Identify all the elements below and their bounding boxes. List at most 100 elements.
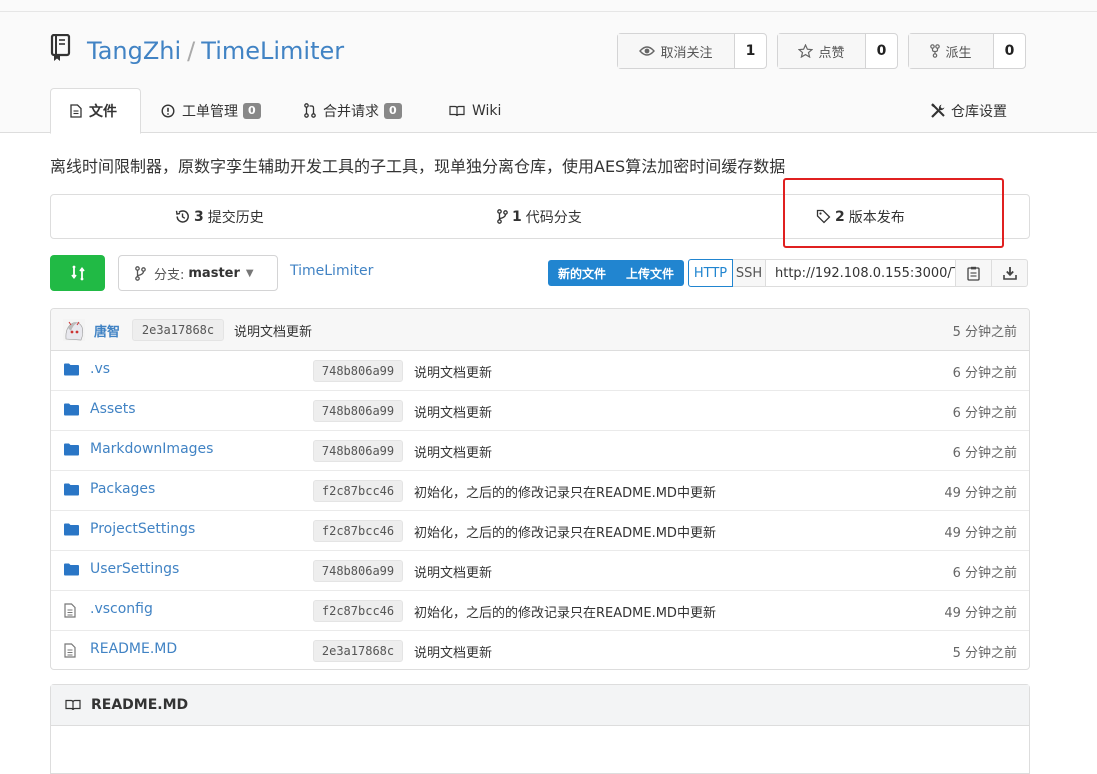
compare-branches-button[interactable] (50, 255, 105, 291)
file-name-link[interactable]: UserSettings (90, 561, 179, 577)
repo-book-icon (50, 34, 71, 61)
history-icon (175, 210, 189, 223)
file-name-link[interactable]: .vs (90, 361, 110, 377)
tab-issues-label: 工单管理 (182, 103, 238, 120)
tab-wiki-label: Wiki (472, 102, 502, 119)
folder-icon (64, 403, 79, 416)
file-name-link[interactable]: .vsconfig (90, 601, 153, 617)
watch-button[interactable]: 取消关注 (618, 34, 735, 68)
commit-message[interactable]: 说明文档更新 (414, 362, 492, 381)
repo-settings-label: 仓库设置 (951, 104, 1007, 120)
table-row: MarkdownImages 748b806a99 说明文档更新 6 分钟之前 (51, 431, 1029, 471)
commit-message[interactable]: 说明文档更新 (234, 321, 312, 340)
caret-down-icon: ▼ (245, 267, 254, 279)
file-name-link[interactable]: Assets (90, 401, 136, 417)
watch-count[interactable]: 1 (735, 34, 766, 68)
pull-request-icon (304, 103, 316, 118)
copy-url-button[interactable] (956, 259, 992, 287)
pull-requests-count-badge: 0 (384, 102, 402, 119)
commit-sha-link[interactable]: 748b806a99 (313, 440, 403, 462)
commit-sha-link[interactable]: 748b806a99 (313, 400, 403, 422)
branch-icon (497, 209, 508, 224)
commit-message[interactable]: 初始化，之后的的修改记录只在README.MD中更新 (414, 602, 716, 621)
tab-wiki[interactable]: Wiki (449, 88, 501, 133)
commit-sha-link[interactable]: f2c87bcc46 (313, 600, 403, 622)
commits-stat-link[interactable]: 3 提交历史 (175, 195, 264, 238)
branches-count: 1 (512, 208, 522, 225)
ssh-protocol-button[interactable]: SSH (733, 259, 766, 287)
star-button-group: 点赞 0 (777, 33, 898, 69)
fork-label: 派生 (945, 45, 972, 61)
tab-files-label: 文件 (89, 104, 117, 120)
file-icon (70, 104, 82, 118)
commit-sha-link[interactable]: f2c87bcc46 (313, 480, 403, 502)
repo-description: 离线时间限制器，原数字孪生辅助开发工具的子工具，现单独分离仓库，使用AES算法加… (50, 157, 786, 176)
folder-icon (64, 523, 79, 536)
issue-icon (161, 103, 175, 118)
new-file-button[interactable]: 新的文件 (548, 260, 616, 286)
commit-sha-link[interactable]: 748b806a99 (313, 360, 403, 382)
branch-selector[interactable]: 分支: master ▼ (118, 255, 278, 291)
commit-message[interactable]: 初始化，之后的的修改记录只在README.MD中更新 (414, 482, 716, 501)
book-icon (65, 699, 81, 711)
commit-message[interactable]: 说明文档更新 (414, 642, 492, 661)
avatar[interactable] (63, 319, 85, 341)
fork-button-group: 派生 0 (908, 33, 1026, 69)
commit-time: 6 分钟之前 (952, 446, 1017, 461)
tab-issues[interactable]: 工单管理 0 (161, 88, 261, 133)
branch-name: master (188, 265, 240, 281)
branches-stat-link[interactable]: 1 代码分支 (497, 195, 582, 238)
star-button[interactable]: 点赞 (778, 34, 866, 68)
http-protocol-button[interactable]: HTTP (688, 259, 733, 287)
fork-count[interactable]: 0 (994, 34, 1025, 68)
file-name-link[interactable]: Packages (90, 481, 155, 497)
commit-time: 6 分钟之前 (952, 406, 1017, 421)
commit-message[interactable]: 初始化，之后的的修改记录只在README.MD中更新 (414, 522, 716, 541)
tools-icon (931, 103, 945, 118)
commit-time: 5 分钟之前 (952, 325, 1017, 340)
commit-author-link[interactable]: 唐智 (94, 321, 120, 340)
folder-icon (64, 563, 79, 576)
book-icon (449, 105, 465, 116)
file-name-link[interactable]: MarkdownImages (90, 441, 213, 457)
file-name-link[interactable]: ProjectSettings (90, 521, 195, 537)
repo-owner-link[interactable]: TangZhi (87, 37, 181, 65)
file-name-link[interactable]: README.MD (90, 641, 177, 657)
star-icon (798, 44, 814, 58)
folder-icon (64, 363, 79, 376)
clone-url-input[interactable] (766, 259, 956, 287)
commit-message[interactable]: 说明文档更新 (414, 402, 492, 421)
tab-pull-requests-label: 合并请求 (323, 103, 379, 120)
tab-files[interactable]: 文件 (50, 88, 141, 134)
commit-time: 49 分钟之前 (944, 486, 1017, 501)
commit-message[interactable]: 说明文档更新 (414, 562, 492, 581)
watch-label: 取消关注 (660, 45, 713, 61)
upload-file-button[interactable]: 上传文件 (616, 260, 684, 286)
compare-icon (70, 265, 85, 281)
folder-icon (64, 483, 79, 496)
commit-sha-link[interactable]: f2c87bcc46 (313, 520, 403, 542)
breadcrumb-repo-root[interactable]: TimeLimiter (290, 263, 373, 279)
fork-button[interactable]: 派生 (909, 34, 994, 68)
repo-header: TangZhi / TimeLimiter 取消关注 1 点赞 0 派生 0 文件 … (0, 0, 1097, 134)
commit-time: 6 分钟之前 (952, 366, 1017, 381)
commit-sha-link[interactable]: 2e3a17868c (132, 319, 224, 341)
repo-name-link[interactable]: TimeLimiter (201, 37, 344, 65)
star-label: 点赞 (818, 45, 845, 61)
file-actions-group: 新的文件 上传文件 (548, 260, 684, 286)
commit-time: 5 分钟之前 (952, 646, 1017, 661)
table-row: .vs 748b806a99 说明文档更新 6 分钟之前 (51, 351, 1029, 391)
table-row: Assets 748b806a99 说明文档更新 6 分钟之前 (51, 391, 1029, 431)
commit-sha-link[interactable]: 748b806a99 (313, 560, 403, 582)
clipboard-icon (967, 266, 980, 281)
tab-pull-requests[interactable]: 合并请求 0 (304, 88, 402, 133)
commit-message[interactable]: 说明文档更新 (414, 442, 492, 461)
download-archive-button[interactable] (992, 259, 1028, 287)
repo-settings-link[interactable]: 仓库设置 (930, 100, 1007, 122)
table-row: ProjectSettings f2c87bcc46 初始化，之后的的修改记录只… (51, 511, 1029, 551)
readme-header: README.MD (51, 685, 1029, 726)
commit-sha-link[interactable]: 2e3a17868c (313, 640, 403, 662)
commit-time: 49 分钟之前 (944, 606, 1017, 621)
star-count[interactable]: 0 (866, 34, 897, 68)
folder-icon (64, 443, 79, 456)
